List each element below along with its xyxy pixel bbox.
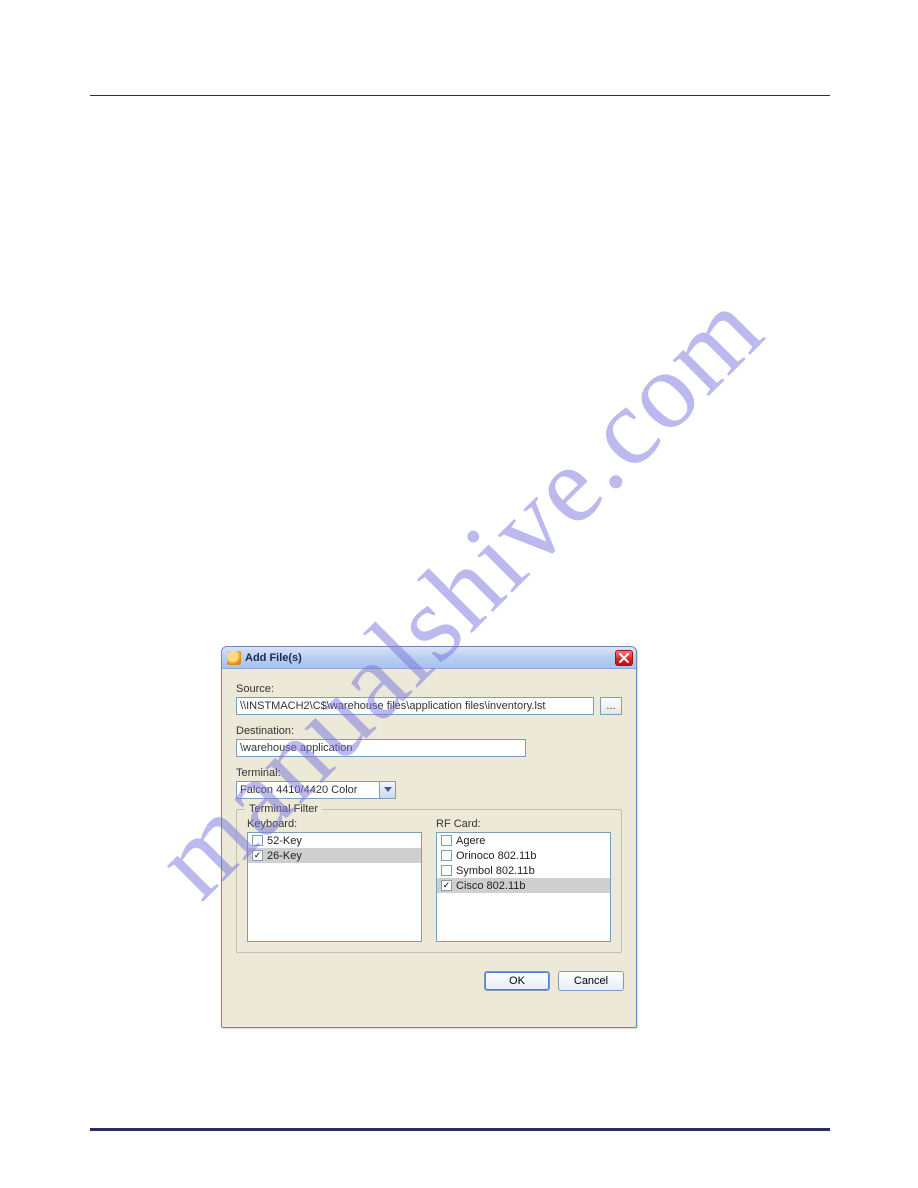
dropdown-arrow-button[interactable] xyxy=(379,782,395,798)
add-files-dialog: Add File(s) Source: ... Destination: Ter… xyxy=(221,646,637,1028)
checkbox-icon[interactable] xyxy=(441,880,452,891)
destination-input[interactable] xyxy=(236,739,526,757)
titlebar[interactable]: Add File(s) xyxy=(222,647,636,669)
chevron-down-icon xyxy=(384,787,392,793)
destination-label: Destination: xyxy=(236,725,622,737)
checkbox-icon[interactable] xyxy=(252,850,263,861)
terminal-select-value: Falcon 4410/4420 Color xyxy=(237,784,379,796)
window-title: Add File(s) xyxy=(245,652,615,664)
rfcard-item-label: Cisco 802.11b xyxy=(456,880,526,892)
keyboard-item[interactable]: 26-Key xyxy=(248,848,421,863)
window-icon xyxy=(227,651,241,665)
checkbox-icon[interactable] xyxy=(441,835,452,846)
rfcard-label: RF Card: xyxy=(436,818,481,830)
rfcard-item-label: Agere xyxy=(456,835,485,847)
browse-button[interactable]: ... xyxy=(600,697,622,715)
source-input[interactable] xyxy=(236,697,594,715)
rfcard-item[interactable]: Cisco 802.11b xyxy=(437,878,610,893)
terminal-filter-group: Terminal Filter Keyboard: 52-Key26-Key R… xyxy=(236,809,622,953)
checkbox-icon[interactable] xyxy=(441,865,452,876)
rfcard-item[interactable]: Agere xyxy=(437,833,610,848)
rfcard-item[interactable]: Orinoco 802.11b xyxy=(437,848,610,863)
source-label: Source: xyxy=(236,683,622,695)
footer-rule xyxy=(90,1128,830,1131)
close-button[interactable] xyxy=(615,650,633,666)
keyboard-item-label: 52-Key xyxy=(267,835,302,847)
rfcard-item-label: Symbol 802.11b xyxy=(456,865,535,877)
keyboard-item-label: 26-Key xyxy=(267,850,302,862)
terminal-select[interactable]: Falcon 4410/4420 Color xyxy=(236,781,396,799)
keyboard-listbox[interactable]: 52-Key 26-Key xyxy=(247,832,422,942)
rfcard-listbox[interactable]: Agere Orinoco 802.11b Symbol 802.11b Cisco … xyxy=(436,832,611,942)
rfcard-item[interactable]: Symbol 802.11b xyxy=(437,863,610,878)
checkbox-icon[interactable] xyxy=(252,835,263,846)
ok-button[interactable]: OK xyxy=(484,971,550,991)
keyboard-item[interactable]: 52-Key xyxy=(248,833,421,848)
terminal-filter-legend: Terminal Filter xyxy=(245,803,322,815)
header-rule xyxy=(90,95,830,96)
cancel-button[interactable]: Cancel xyxy=(558,971,624,991)
close-icon xyxy=(619,653,629,663)
checkbox-icon[interactable] xyxy=(441,850,452,861)
terminal-label: Terminal: xyxy=(236,767,622,779)
rfcard-item-label: Orinoco 802.11b xyxy=(456,850,537,862)
keyboard-label: Keyboard: xyxy=(247,818,297,830)
